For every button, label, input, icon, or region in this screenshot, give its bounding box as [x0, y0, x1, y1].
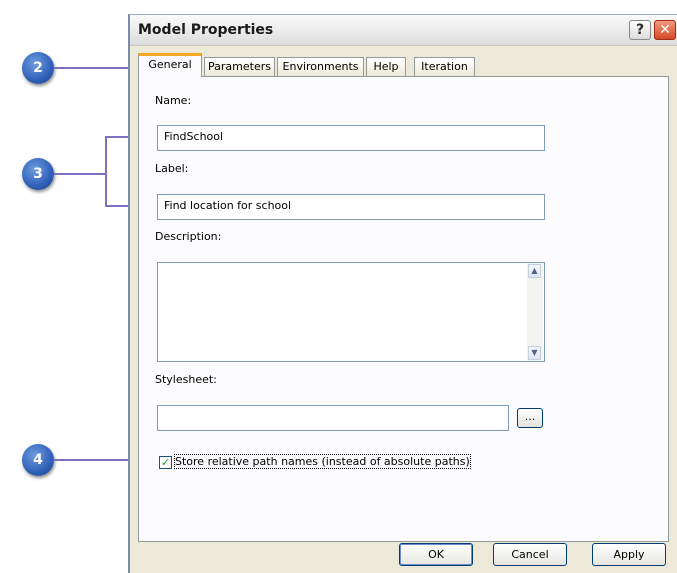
apply-button[interactable]: Apply: [592, 543, 666, 566]
name-label: Name:: [155, 94, 192, 107]
browse-button[interactable]: ...: [517, 408, 543, 428]
ok-button[interactable]: OK: [399, 543, 473, 566]
window-title: Model Properties: [138, 22, 274, 38]
description-label: Description:: [155, 230, 222, 243]
title-bar[interactable]: Model Properties ? ✕: [130, 15, 677, 46]
name-input[interactable]: FindSchool: [157, 125, 545, 151]
stylesheet-label: Stylesheet:: [155, 373, 217, 386]
model-properties-dialog: Model Properties ? ✕ General Parameters …: [128, 14, 677, 573]
callout-3-bracket: [105, 136, 107, 207]
cancel-button[interactable]: Cancel: [493, 543, 567, 566]
callout-3-line: [54, 173, 106, 175]
relative-paths-checkbox[interactable]: ✓: [159, 456, 172, 469]
callout-4: 4: [22, 444, 54, 476]
help-button[interactable]: ?: [629, 20, 651, 40]
label-label: Label:: [155, 162, 189, 175]
stylesheet-input[interactable]: [157, 405, 509, 431]
tab-environments[interactable]: Environments: [277, 57, 364, 76]
relative-paths-label[interactable]: Store relative path names (instead of ab…: [174, 454, 471, 469]
tab-help[interactable]: Help: [366, 57, 406, 76]
tab-general[interactable]: General: [138, 53, 202, 77]
description-textarea[interactable]: [157, 262, 545, 362]
tab-parameters[interactable]: Parameters: [204, 57, 275, 76]
scroll-down-icon[interactable]: ▼: [528, 346, 541, 360]
close-button[interactable]: ✕: [654, 20, 676, 40]
scroll-up-icon[interactable]: ▲: [528, 264, 541, 278]
callout-2: 2: [22, 52, 54, 84]
general-panel: Name: FindSchool Label: Find location fo…: [138, 76, 669, 542]
callout-3: 3: [22, 158, 54, 190]
label-input[interactable]: Find location for school: [157, 194, 545, 220]
callout-2-line: [54, 67, 138, 69]
tab-iteration[interactable]: Iteration: [414, 57, 475, 76]
description-scrollbar[interactable]: ▲ ▼: [527, 263, 543, 361]
